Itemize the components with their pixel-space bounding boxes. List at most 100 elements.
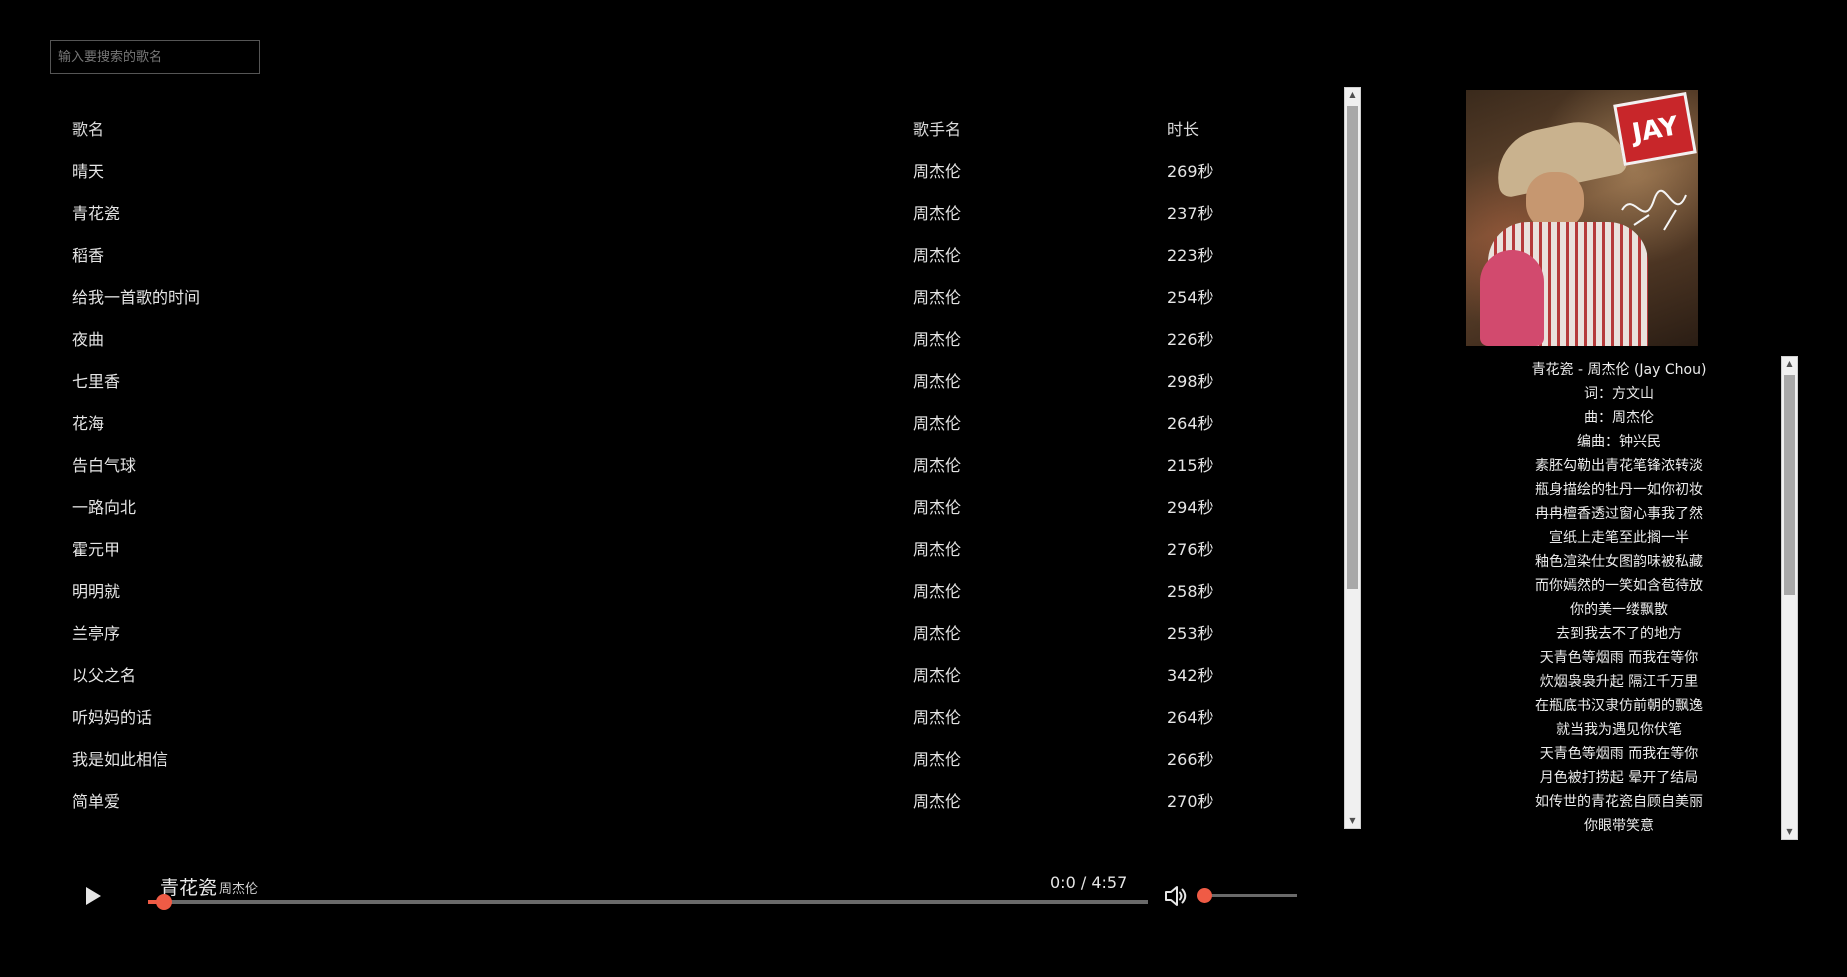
song-name: 告白气球 <box>72 456 137 475</box>
header-singer: 歌手名 <box>913 120 962 139</box>
volume-handle[interactable] <box>1197 888 1212 903</box>
song-row[interactable]: 霍元甲 周杰伦 276秒 <box>50 540 1330 582</box>
song-duration: 226秒 <box>1167 330 1214 349</box>
song-row[interactable]: 青花瓷 周杰伦 237秒 <box>50 204 1330 246</box>
playback-time: 0:0 / 4:57 <box>1050 873 1128 892</box>
lyric-line: 在瓶底书汉隶仿前朝的飘逸 <box>1535 698 1703 714</box>
header-duration: 时长 <box>1167 120 1200 139</box>
search-input[interactable] <box>50 40 260 74</box>
lyrics-scrollbar[interactable]: ▲ ▼ <box>1781 356 1798 840</box>
song-row[interactable]: 我是如此相信 周杰伦 266秒 <box>50 750 1330 792</box>
scroll-down-arrow-icon[interactable]: ▼ <box>1782 825 1797 839</box>
song-singer: 周杰伦 <box>913 624 962 643</box>
volume-slider[interactable] <box>1197 888 1297 903</box>
play-button[interactable] <box>83 886 103 906</box>
song-duration: 298秒 <box>1167 372 1214 391</box>
song-name: 晴天 <box>72 162 105 181</box>
song-singer: 周杰伦 <box>913 498 962 517</box>
song-row[interactable]: 以父之名 周杰伦 342秒 <box>50 666 1330 708</box>
song-row[interactable]: 简单爱 周杰伦 270秒 <box>50 792 1330 834</box>
song-row[interactable]: 明明就 周杰伦 258秒 <box>50 582 1330 624</box>
song-singer: 周杰伦 <box>913 582 962 601</box>
album-logo: JAY <box>1613 92 1697 166</box>
lyric-line: 你眼带笑意 <box>1584 818 1654 834</box>
song-duration: 266秒 <box>1167 750 1214 769</box>
scroll-down-arrow-icon[interactable]: ▼ <box>1345 814 1360 828</box>
song-singer: 周杰伦 <box>913 792 962 811</box>
song-name: 给我一首歌的时间 <box>72 288 201 307</box>
song-row[interactable]: 晴天 周杰伦 269秒 <box>50 162 1330 204</box>
song-name: 一路向北 <box>72 498 137 517</box>
song-name: 稻香 <box>72 246 105 265</box>
lyric-line: 去到我去不了的地方 <box>1556 626 1682 642</box>
now-playing-artist: 周杰伦 <box>219 882 259 897</box>
lyric-line: 而你嫣然的一笑如含苞待放 <box>1535 578 1703 594</box>
play-icon <box>86 887 101 905</box>
lyric-line: 你的美一缕飘散 <box>1570 602 1668 618</box>
lyric-line: 月色被打捞起 晕开了结局 <box>1539 770 1699 786</box>
volume-button[interactable] <box>1163 883 1189 909</box>
song-row[interactable]: 稻香 周杰伦 223秒 <box>50 246 1330 288</box>
scroll-thumb[interactable] <box>1784 375 1795 595</box>
song-row[interactable]: 兰亭序 周杰伦 253秒 <box>50 624 1330 666</box>
progress-bar[interactable] <box>148 894 1148 910</box>
progress-handle[interactable] <box>156 894 172 910</box>
song-singer: 周杰伦 <box>913 666 962 685</box>
song-duration: 215秒 <box>1167 456 1214 475</box>
song-duration: 342秒 <box>1167 666 1214 685</box>
song-row[interactable]: 听妈妈的话 周杰伦 264秒 <box>50 708 1330 750</box>
song-name: 简单爱 <box>72 792 121 811</box>
lyric-line: 编曲：钟兴民 <box>1577 434 1661 450</box>
scroll-up-arrow-icon[interactable]: ▲ <box>1782 357 1797 371</box>
lyric-line: 曲：周杰伦 <box>1584 410 1654 426</box>
song-name: 听妈妈的话 <box>72 708 153 727</box>
header-song-name: 歌名 <box>72 120 105 139</box>
song-list: 歌名 歌手名 时长 晴天 周杰伦 269秒 青花瓷 周杰伦 237秒 稻香 周杰伦 223秒 给我… <box>50 105 1340 825</box>
song-duration: 253秒 <box>1167 624 1214 643</box>
song-name: 花海 <box>72 414 105 433</box>
song-row[interactable]: 夜曲 周杰伦 226秒 <box>50 330 1330 372</box>
lyric-line: 天青色等烟雨 而我在等你 <box>1539 650 1699 666</box>
song-name: 兰亭序 <box>72 624 121 643</box>
song-duration: 264秒 <box>1167 708 1214 727</box>
scroll-up-arrow-icon[interactable]: ▲ <box>1345 88 1360 102</box>
song-duration: 237秒 <box>1167 204 1214 223</box>
scroll-thumb[interactable] <box>1347 106 1358 589</box>
volume-icon <box>1165 886 1187 906</box>
song-name: 明明就 <box>72 582 121 601</box>
song-singer: 周杰伦 <box>913 162 962 181</box>
song-name: 以父之名 <box>72 666 137 685</box>
lyric-line: 青花瓷 - 周杰伦 (Jay Chou) <box>1531 362 1707 378</box>
lyric-line: 炊烟袅袅升起 隔江千万里 <box>1539 674 1699 690</box>
song-duration: 269秒 <box>1167 162 1214 181</box>
lyric-line: 素胚勾勒出青花笔锋浓转淡 <box>1535 458 1703 474</box>
song-singer: 周杰伦 <box>913 540 962 559</box>
song-singer: 周杰伦 <box>913 414 962 433</box>
song-name: 青花瓷 <box>72 204 121 223</box>
song-duration: 270秒 <box>1167 792 1214 811</box>
song-row[interactable]: 给我一首歌的时间 周杰伦 254秒 <box>50 288 1330 330</box>
song-singer: 周杰伦 <box>913 330 962 349</box>
song-row[interactable]: 七里香 周杰伦 298秒 <box>50 372 1330 414</box>
song-singer: 周杰伦 <box>913 708 962 727</box>
song-duration: 223秒 <box>1167 246 1214 265</box>
song-singer: 周杰伦 <box>913 372 962 391</box>
song-list-scrollbar[interactable]: ▲ ▼ <box>1344 87 1361 829</box>
song-duration: 294秒 <box>1167 498 1214 517</box>
lyrics-panel: 青花瓷 - 周杰伦 (Jay Chou) 词：方文山曲：周杰伦编曲：钟兴民素胚勾勒… <box>1460 358 1778 840</box>
song-list-header: 歌名 歌手名 时长 <box>50 120 1330 162</box>
song-row[interactable]: 花海 周杰伦 264秒 <box>50 414 1330 456</box>
song-singer: 周杰伦 <box>913 750 962 769</box>
song-singer: 周杰伦 <box>913 204 962 223</box>
song-row[interactable]: 一路向北 周杰伦 294秒 <box>50 498 1330 540</box>
lyric-line: 天青色等烟雨 而我在等你 <box>1539 746 1699 762</box>
song-name: 夜曲 <box>72 330 105 349</box>
lyric-line: 如传世的青花瓷自顾自美丽 <box>1535 794 1703 810</box>
album-cover: JAY <box>1466 90 1698 346</box>
song-row[interactable]: 告白气球 周杰伦 215秒 <box>50 456 1330 498</box>
lyric-line: 瓶身描绘的牡丹一如你初妆 <box>1535 482 1703 498</box>
song-duration: 258秒 <box>1167 582 1214 601</box>
lyric-line: 词：方文山 <box>1584 386 1654 402</box>
lyric-line: 釉色渲染仕女图韵味被私藏 <box>1535 554 1703 570</box>
song-duration: 276秒 <box>1167 540 1214 559</box>
